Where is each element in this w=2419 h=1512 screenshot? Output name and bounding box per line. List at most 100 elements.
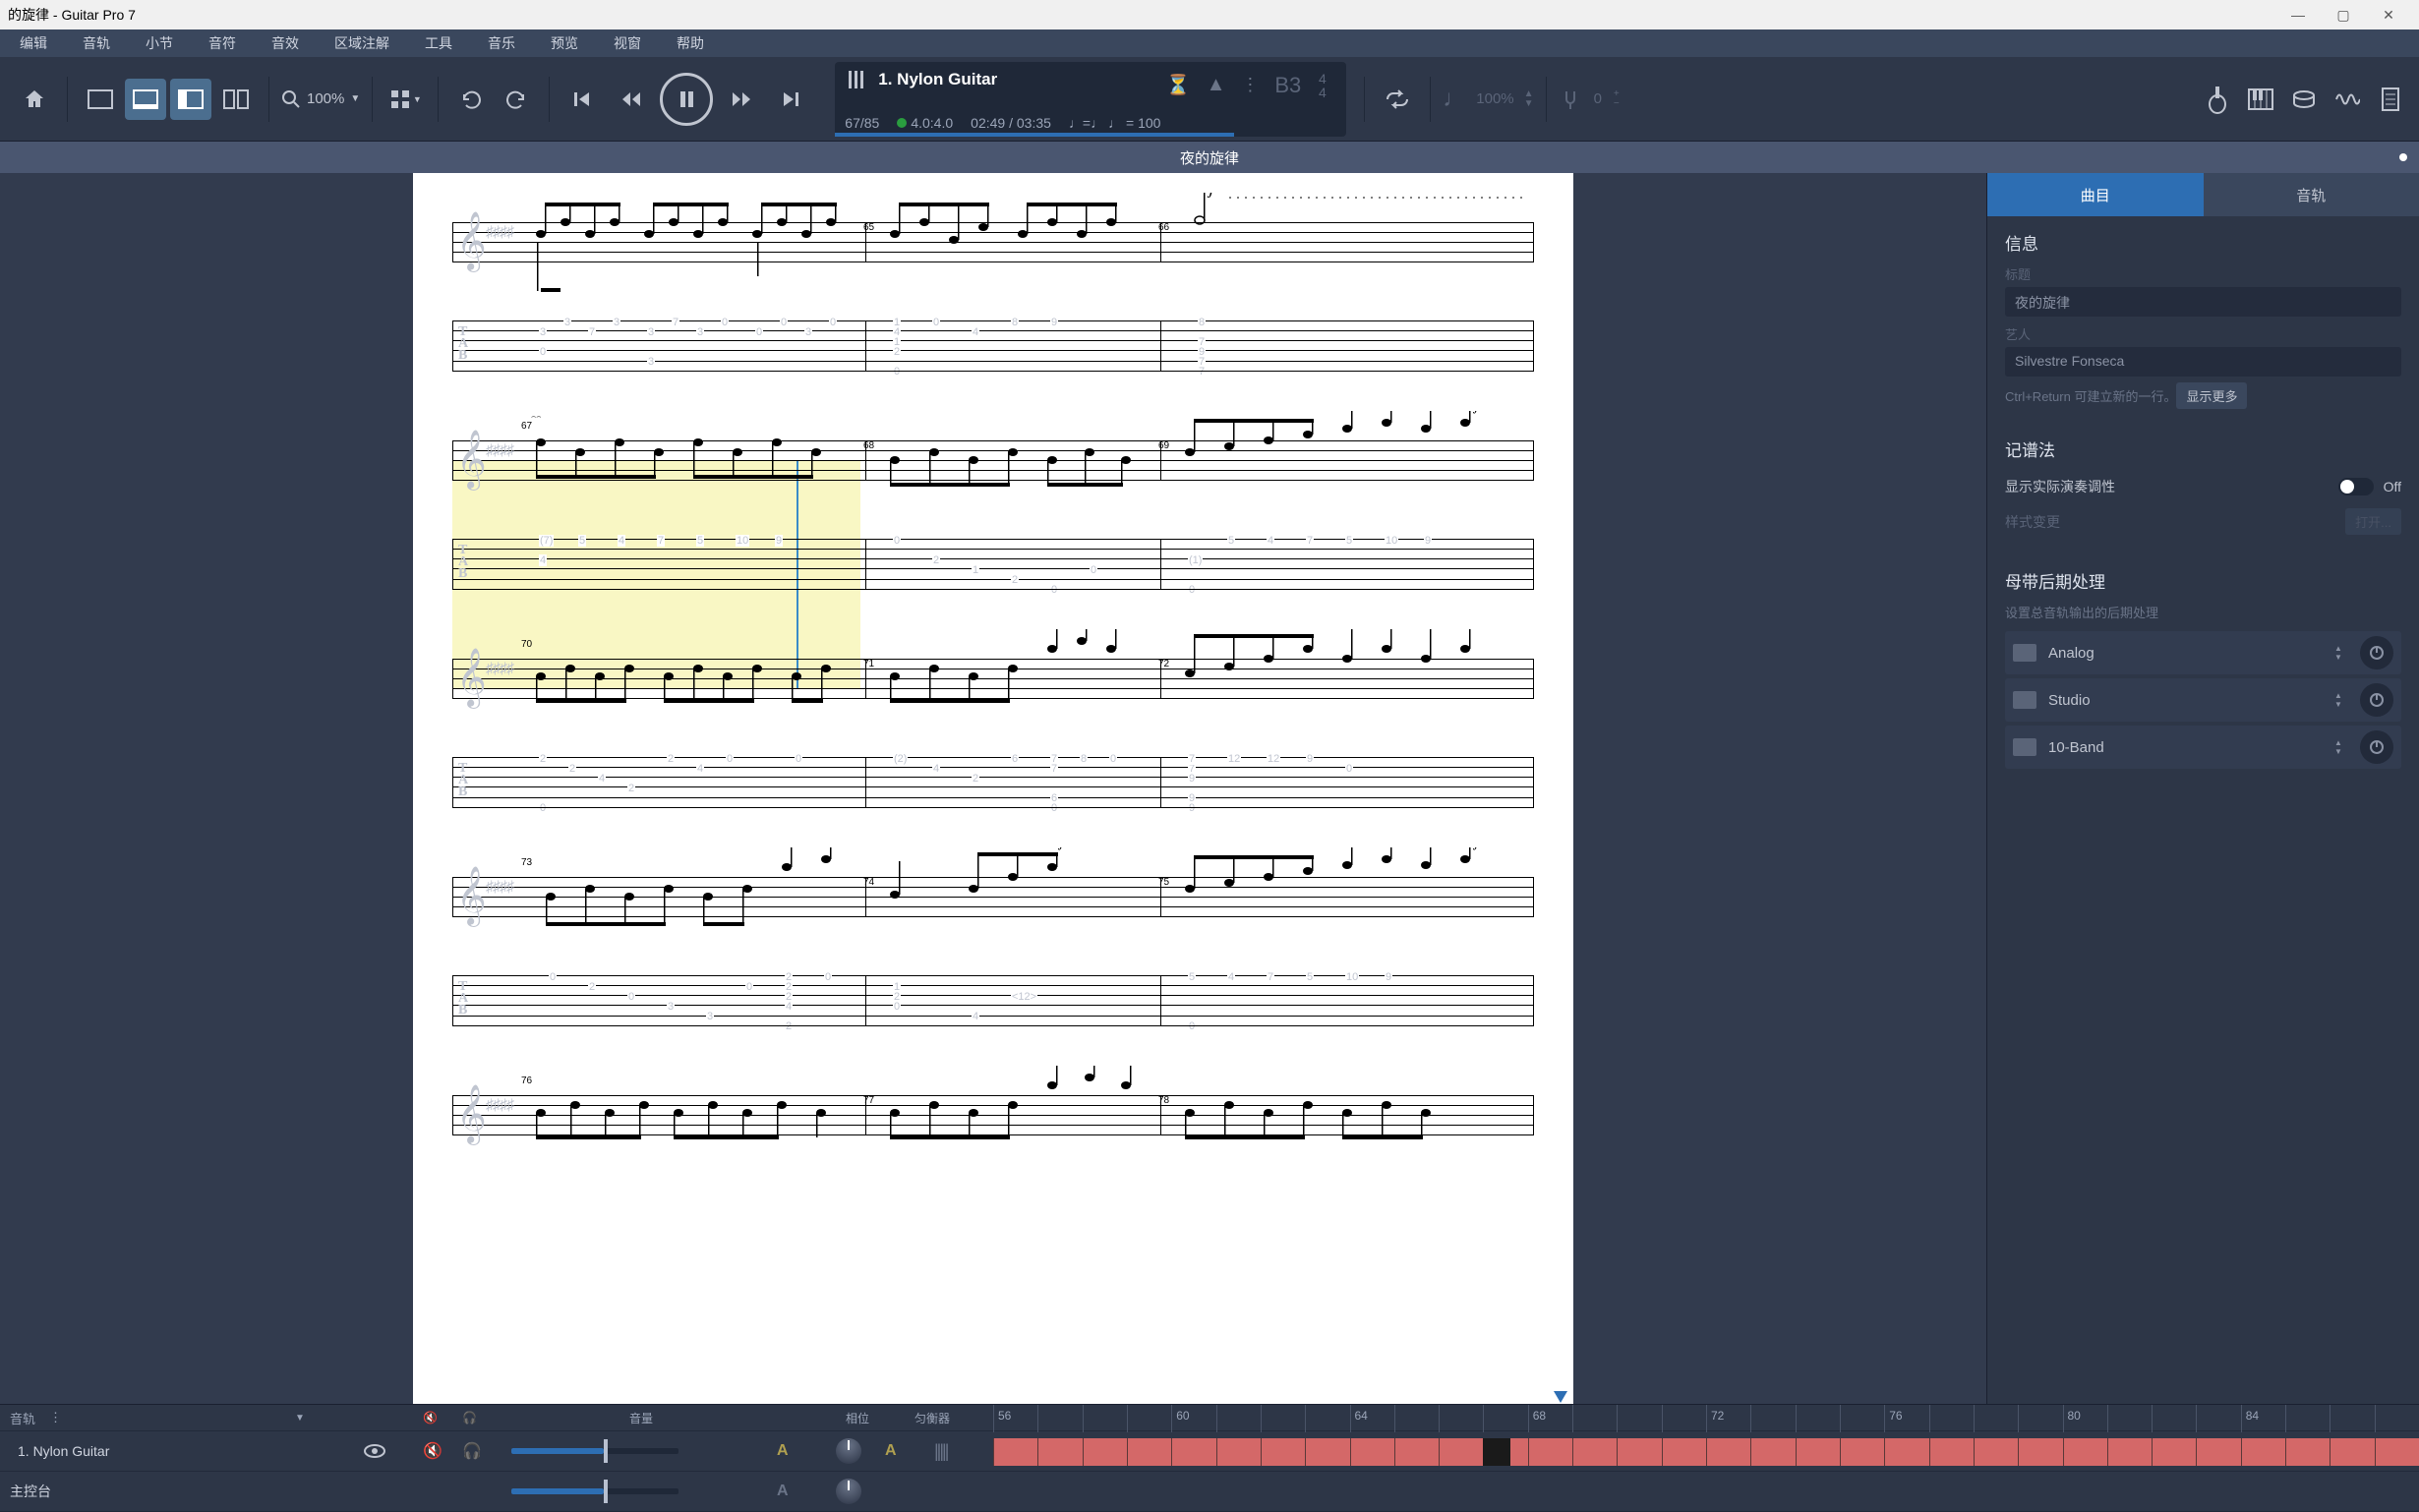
automation-a2-icon[interactable]: A — [885, 1442, 897, 1460]
bar-cell[interactable] — [2152, 1438, 2196, 1466]
bar-cell[interactable] — [993, 1438, 1037, 1466]
beat-segment[interactable] — [1305, 1405, 1349, 1432]
beat-segment[interactable]: 80 — [2063, 1405, 2107, 1432]
bar-cell[interactable] — [1216, 1438, 1261, 1466]
bar-cell[interactable] — [2241, 1438, 2285, 1466]
menu-help[interactable]: 帮助 — [659, 33, 722, 53]
beat-segment[interactable]: 76 — [1884, 1405, 1928, 1432]
bar-cell[interactable] — [2285, 1438, 2330, 1466]
bar-cell[interactable] — [1261, 1438, 1305, 1466]
artist-field[interactable]: Silvestre Fonseca — [2005, 347, 2401, 377]
fx-name[interactable]: Studio — [2048, 692, 2317, 709]
master-pan-knob[interactable] — [836, 1479, 861, 1504]
beat-segment[interactable] — [1662, 1405, 1706, 1432]
fx-updown-button[interactable]: ▲▼ — [2329, 643, 2348, 663]
bar-cell[interactable] — [1929, 1438, 1974, 1466]
beat-segment[interactable]: 84 — [2241, 1405, 2285, 1432]
mixer-collapse-icon[interactable]: ▼ — [295, 1413, 305, 1424]
beat-segment[interactable] — [1439, 1405, 1483, 1432]
view-multi-button[interactable] — [215, 79, 257, 120]
zoom-dropdown-icon[interactable]: ▼ — [350, 93, 360, 104]
info-panel-button[interactable] — [2370, 79, 2411, 120]
go-start-button[interactable] — [561, 79, 603, 120]
metronome-icon[interactable]: ⏳ — [1166, 73, 1191, 97]
bar-cell[interactable] — [1617, 1438, 1661, 1466]
menu-effects[interactable]: 音效 — [254, 33, 317, 53]
current-track-title[interactable]: 1. Nylon Guitar — [878, 70, 997, 89]
beat-segment[interactable] — [2330, 1405, 2374, 1432]
piano-panel-button[interactable] — [2240, 79, 2281, 120]
tempo-down-button[interactable]: ▼ — [1524, 99, 1534, 109]
bar-cell[interactable] — [1884, 1438, 1928, 1466]
beat-segment[interactable] — [1750, 1405, 1795, 1432]
track-row-master[interactable]: 主控台 A — [0, 1472, 2419, 1512]
bar-cell[interactable] — [1840, 1438, 1884, 1466]
beat-segment[interactable] — [1572, 1405, 1617, 1432]
beat-segment[interactable] — [1796, 1405, 1840, 1432]
beat-segment[interactable] — [1617, 1405, 1661, 1432]
beat-segment[interactable]: 60 — [1171, 1405, 1215, 1432]
bar-cell[interactable] — [1037, 1438, 1082, 1466]
pan-knob[interactable] — [836, 1438, 861, 1464]
beat-segment[interactable] — [1216, 1405, 1261, 1432]
track-mute-button[interactable]: 🔇 — [423, 1441, 442, 1461]
minimize-button[interactable]: — — [2275, 0, 2321, 29]
beat-segment[interactable] — [1083, 1405, 1127, 1432]
pitch-up-button[interactable]: + — [1614, 89, 1620, 99]
beat-segment[interactable] — [2375, 1405, 2419, 1432]
beat-segment[interactable] — [1127, 1405, 1171, 1432]
beat-segment[interactable] — [1840, 1405, 1884, 1432]
beat-segment[interactable] — [1394, 1405, 1439, 1432]
forward-button[interactable] — [721, 79, 762, 120]
beat-segment[interactable] — [2285, 1405, 2330, 1432]
bar-cell[interactable] — [1305, 1438, 1349, 1466]
bar-cell[interactable] — [2196, 1438, 2240, 1466]
fx-name[interactable]: Analog — [2048, 645, 2317, 662]
redo-button[interactable] — [496, 79, 537, 120]
bar-cell[interactable] — [1350, 1438, 1394, 1466]
drums-panel-button[interactable] — [2283, 79, 2325, 120]
zoom-value[interactable]: 100% — [307, 90, 344, 107]
beat-ruler[interactable]: 5660646872768084 — [993, 1405, 2419, 1432]
beat-segment[interactable] — [2107, 1405, 2152, 1432]
track-more-icon[interactable]: ⋮ — [1241, 75, 1259, 95]
playback-progress[interactable] — [835, 133, 1234, 137]
visibility-icon[interactable] — [364, 1443, 385, 1459]
menu-music[interactable]: 音乐 — [470, 33, 533, 53]
title-field[interactable]: 夜的旋律 — [2005, 287, 2401, 317]
menu-preview[interactable]: 预览 — [533, 33, 596, 53]
bar-cell[interactable] — [1171, 1438, 1215, 1466]
beat-segment[interactable] — [1483, 1405, 1527, 1432]
go-end-button[interactable] — [770, 79, 811, 120]
menu-bar-item[interactable]: 小节 — [128, 33, 191, 53]
tab-song[interactable]: 曲目 — [1987, 173, 2204, 216]
bar-cell[interactable] — [1796, 1438, 1840, 1466]
undo-button[interactable] — [450, 79, 492, 120]
rewind-button[interactable] — [611, 79, 652, 120]
tempo-scale[interactable]: 100% — [1476, 90, 1513, 107]
fx-power-button[interactable] — [2360, 636, 2393, 669]
beat-segment[interactable]: 64 — [1350, 1405, 1394, 1432]
notation-toggle[interactable] — [2338, 478, 2374, 495]
fx-updown-button[interactable]: ▲▼ — [2329, 737, 2348, 757]
tab-tracks[interactable]: 音轨 — [2204, 173, 2419, 216]
bar-cell[interactable] — [1974, 1438, 2018, 1466]
bar-cell[interactable] — [1127, 1438, 1171, 1466]
menu-tools[interactable]: 工具 — [407, 33, 470, 53]
sound-panel-button[interactable] — [2327, 79, 2368, 120]
beat-segment[interactable] — [1261, 1405, 1305, 1432]
guitar-panel-button[interactable] — [2197, 79, 2238, 120]
mixer-options-icon[interactable]: ⋮ — [49, 1410, 62, 1425]
score-viewport[interactable]: 𝄞 ♯♯♯♯ — [0, 173, 1986, 1404]
close-button[interactable]: ✕ — [2366, 0, 2411, 29]
beat-segment[interactable] — [1037, 1405, 1082, 1432]
home-button[interactable] — [14, 79, 55, 120]
track-solo-button[interactable]: 🎧 — [462, 1441, 482, 1461]
maximize-button[interactable]: ▢ — [2321, 0, 2366, 29]
fx-name[interactable]: 10-Band — [2048, 739, 2317, 756]
view-screen-button[interactable] — [125, 79, 166, 120]
beat-segment[interactable] — [1929, 1405, 1974, 1432]
menu-section[interactable]: 区域注解 — [317, 33, 407, 53]
menu-window[interactable]: 视窗 — [596, 33, 659, 53]
bar-cell[interactable] — [2018, 1438, 2062, 1466]
